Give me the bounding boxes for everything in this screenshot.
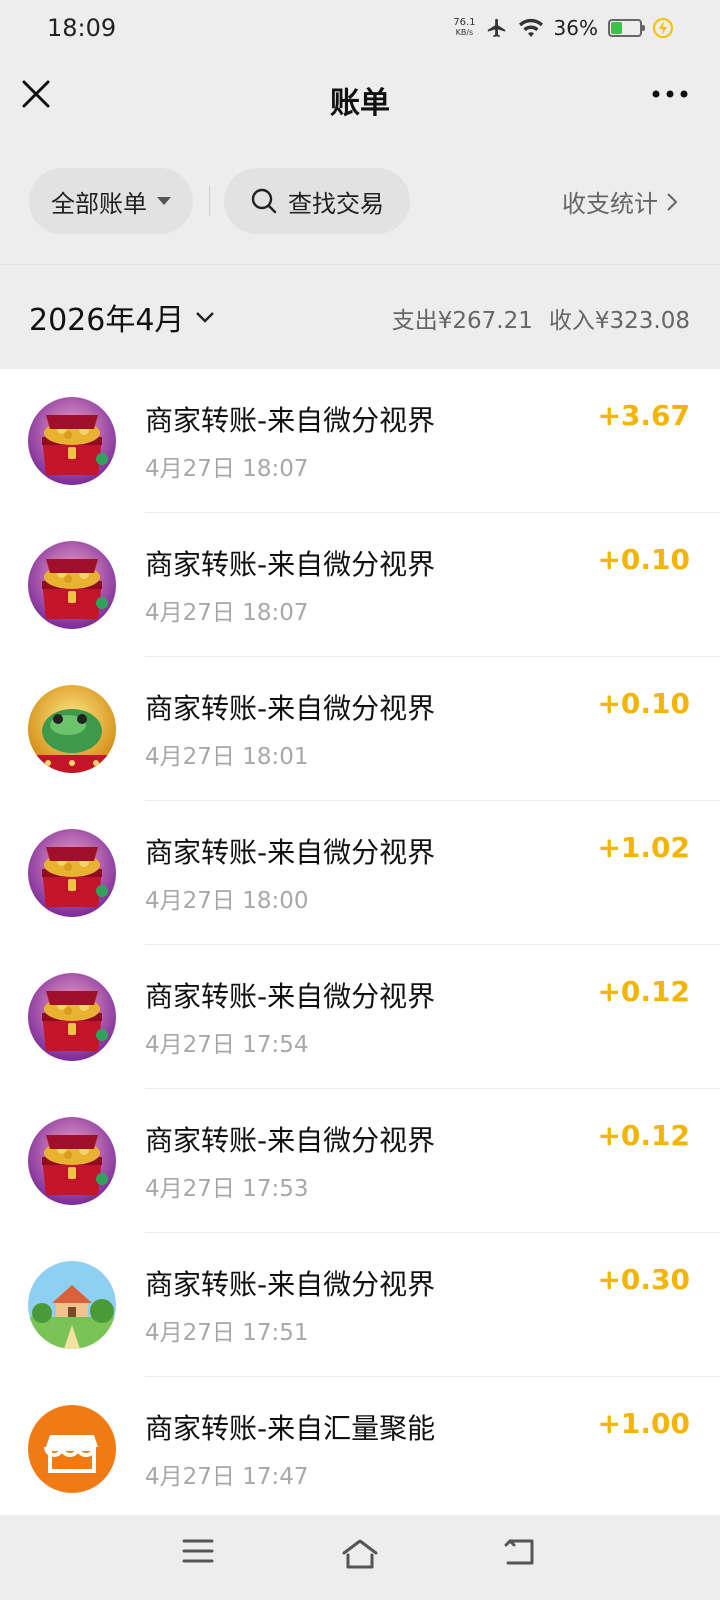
- treasure-chest-avatar: [28, 541, 116, 629]
- month-selector[interactable]: 2026年4月: [29, 295, 216, 339]
- month-totals: 支出¥267.21 收入¥323.08: [392, 301, 690, 335]
- transaction-time: 4月27日 17:53: [145, 1176, 309, 1202]
- filter-divider: [209, 186, 210, 216]
- status-time: 18:09: [47, 14, 117, 42]
- transaction-time: 4月27日 17:54: [145, 1032, 309, 1058]
- transaction-row[interactable]: 商家转账-来自微分视界 4月27日 18:07 +0.10: [0, 513, 720, 657]
- month-summary-bar: 2026年4月 支出¥267.21 收入¥323.08: [0, 265, 720, 369]
- transaction-row[interactable]: 商家转账-来自微分视界 4月27日 17:53 +0.12: [0, 1089, 720, 1233]
- transaction-time: 4月27日 18:00: [145, 888, 309, 914]
- search-transactions-button[interactable]: 查找交易: [224, 168, 410, 234]
- transaction-time: 4月27日 17:51: [145, 1320, 309, 1346]
- expense-total: 支出¥267.21: [391, 308, 533, 334]
- treasure-chest-avatar: [28, 1117, 116, 1205]
- search-icon: [251, 188, 277, 214]
- chevron-right-icon: [667, 192, 678, 211]
- treasure-chest-avatar: [28, 829, 116, 917]
- network-speed-unit: KB/s: [455, 28, 474, 37]
- all-bills-label: 全部账单: [51, 189, 147, 218]
- network-speed-value: 76.1: [453, 17, 476, 28]
- nav-bar: 账单: [0, 56, 720, 144]
- treasure-chest-avatar: [28, 397, 116, 485]
- all-bills-filter[interactable]: 全部账单: [29, 168, 193, 234]
- transaction-title: 商家转账-来自微分视界: [145, 980, 436, 1013]
- wifi-icon: [518, 18, 543, 37]
- transaction-row[interactable]: 商家转账-来自微分视界 4月27日 18:00 +1.02: [0, 801, 720, 945]
- transaction-amount: +0.10: [597, 687, 690, 720]
- transaction-row[interactable]: 商家转账-来自微分视界 4月27日 17:54 +0.12: [0, 945, 720, 1089]
- charging-icon: [653, 18, 673, 38]
- transaction-time: 4月27日 18:07: [145, 456, 309, 482]
- income-expense-stats-link[interactable]: 收支统计: [562, 184, 678, 219]
- transaction-row[interactable]: 商家转账-来自微分视界 4月27日 18:07 +3.67: [0, 369, 720, 513]
- transaction-time: 4月27日 18:01: [145, 744, 309, 770]
- income-total: 收入¥323.08: [548, 308, 690, 334]
- stats-label: 收支统计: [562, 190, 658, 218]
- transaction-title: 商家转账-来自微分视界: [145, 1124, 436, 1157]
- page-title: 账单: [330, 86, 390, 121]
- back-icon[interactable]: [502, 1537, 536, 1567]
- status-icons: 76.1 KB/s 36%: [453, 16, 674, 40]
- dropdown-caret-icon: [157, 197, 171, 205]
- menu-icon[interactable]: [182, 1537, 214, 1565]
- battery-level: [611, 22, 622, 34]
- month-label: 2026年4月: [29, 303, 185, 338]
- transaction-row[interactable]: 商家转账-来自微分视界 4月27日 17:51 +0.30: [0, 1233, 720, 1377]
- transaction-time: 4月27日 17:47: [145, 1464, 309, 1490]
- transaction-amount: +1.00: [597, 1407, 690, 1440]
- transaction-amount: +0.12: [597, 1119, 690, 1152]
- status-bar: 18:09 76.1 KB/s 36%: [0, 0, 720, 56]
- transaction-title: 商家转账-来自微分视界: [145, 404, 436, 437]
- transaction-row[interactable]: 商家转账-来自汇量聚能 4月27日 17:47 +1.00: [0, 1377, 720, 1515]
- treasure-chest-avatar: [28, 973, 116, 1061]
- search-label: 查找交易: [288, 189, 384, 218]
- transaction-title: 商家转账-来自微分视界: [145, 1268, 436, 1301]
- system-nav-bar: [0, 1515, 720, 1600]
- store-avatar: [28, 1405, 116, 1493]
- network-speed: 76.1 KB/s: [453, 18, 475, 38]
- battery-percent: 36%: [553, 16, 598, 40]
- transaction-amount: +3.67: [597, 399, 690, 432]
- filter-row: 全部账单 查找交易 收支统计: [0, 168, 720, 236]
- jade-toad-avatar: [28, 685, 116, 773]
- transaction-title: 商家转账-来自汇量聚能: [145, 1412, 436, 1445]
- transaction-amount: +0.12: [597, 975, 690, 1008]
- chevron-down-icon: [196, 312, 215, 323]
- transaction-list: 商家转账-来自微分视界 4月27日 18:07 +3.67 商家转账-来自微分视…: [0, 369, 720, 1515]
- transaction-title: 商家转账-来自微分视界: [145, 836, 436, 869]
- transaction-title: 商家转账-来自微分视界: [145, 692, 436, 725]
- transaction-amount: +0.10: [597, 543, 690, 576]
- cartoon-village-avatar: [28, 1261, 116, 1349]
- transaction-amount: +0.30: [597, 1263, 690, 1296]
- airplane-icon: [487, 18, 505, 38]
- transaction-amount: +1.02: [597, 831, 690, 864]
- transaction-row[interactable]: 商家转账-来自微分视界 4月27日 18:01 +0.10: [0, 657, 720, 801]
- more-icon[interactable]: [650, 86, 690, 102]
- transaction-time: 4月27日 18:07: [145, 600, 309, 626]
- transaction-title: 商家转账-来自微分视界: [145, 548, 436, 581]
- home-icon[interactable]: [340, 1537, 380, 1569]
- battery-icon: [608, 19, 645, 37]
